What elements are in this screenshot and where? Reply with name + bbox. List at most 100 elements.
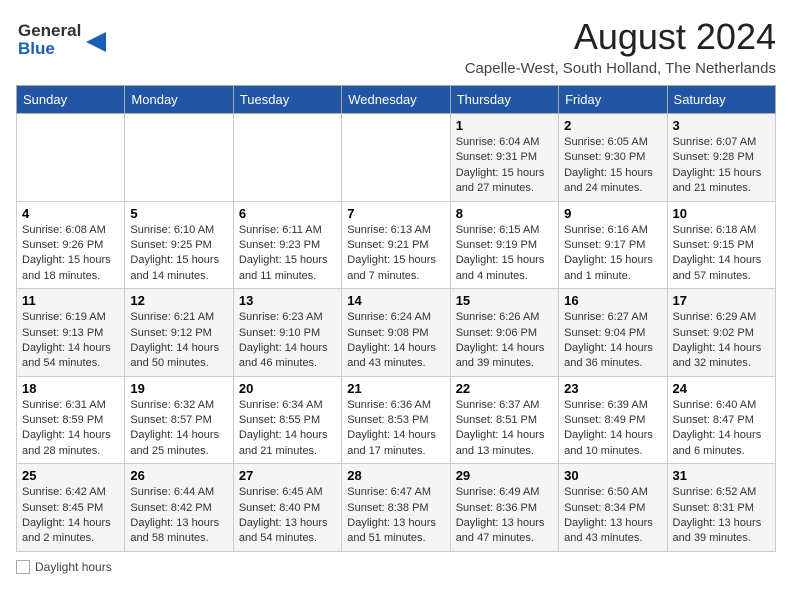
day-info: Sunrise: 6:32 AM Sunset: 8:57 PM Dayligh… (130, 398, 227, 460)
day-number: 18 (22, 381, 119, 396)
day-info: Sunrise: 6:31 AM Sunset: 8:59 PM Dayligh… (22, 398, 119, 460)
day-number: 8 (456, 206, 553, 221)
day-number: 6 (239, 206, 336, 221)
calendar-cell: 7Sunrise: 6:13 AM Sunset: 9:21 PM Daylig… (342, 201, 450, 289)
calendar-cell: 27 Sunrise: 6:45 AM Sunset: 8:40 PM Dayli… (233, 464, 341, 552)
day-info: Sunrise: 6:21 AM Sunset: 9:12 PM Dayligh… (130, 310, 227, 372)
calendar-cell: 30Sunrise: 6:50 AM Sunset: 8:34 PM Dayli… (559, 464, 667, 552)
col-header-sunday: Sunday (17, 86, 125, 114)
day-info: Sunrise: 6:37 AM Sunset: 8:51 PM Dayligh… (456, 398, 553, 460)
legend: Daylight hours (16, 560, 776, 574)
day-info: Sunrise: 6:19 AM Sunset: 9:13 PM Dayligh… (22, 310, 119, 372)
day-info: Sunrise: 6:26 AM Sunset: 9:06 PM Dayligh… (456, 310, 553, 372)
calendar-cell: 24 Sunrise: 6:40 AM Sunset: 8:47 PM Dayli… (667, 376, 775, 464)
day-info: Sunrise: 6:13 AM Sunset: 9:21 PM Dayligh… (347, 223, 444, 285)
daylight-legend: Daylight hours (16, 560, 112, 574)
day-number: 1 (456, 118, 553, 133)
page-header: General Blue August 2024 Capelle-West, S… (16, 16, 776, 77)
day-number: 20 (239, 381, 336, 396)
day-number: 25 (22, 468, 119, 483)
day-number: 14 (347, 293, 444, 308)
col-header-thursday: Thursday (450, 86, 558, 114)
day-number: 24 (673, 381, 770, 396)
day-info: Sunrise: 6:10 AM Sunset: 9:25 PM Dayligh… (130, 223, 227, 285)
day-number: 17 (673, 293, 770, 308)
calendar-cell: 17 Sunrise: 6:29 AM Sunset: 9:02 PM Dayli… (667, 289, 775, 377)
day-info: Sunrise: 6:44 AM Sunset: 8:42 PM Dayligh… (130, 485, 227, 547)
day-info: Sunrise: 6:40 AM Sunset: 8:47 PM Dayligh… (673, 398, 770, 460)
col-header-saturday: Saturday (667, 86, 775, 114)
day-info: Sunrise: 6:34 AM Sunset: 8:55 PM Dayligh… (239, 398, 336, 460)
day-number: 12 (130, 293, 227, 308)
day-number: 31 (673, 468, 770, 483)
day-number: 23 (564, 381, 661, 396)
title-block: August 2024 Capelle-West, South Holland,… (465, 16, 776, 77)
calendar-cell: 16 Sunrise: 6:27 AM Sunset: 9:04 PM Dayli… (559, 289, 667, 377)
day-number: 13 (239, 293, 336, 308)
calendar-cell: 23 Sunrise: 6:39 AM Sunset: 8:49 PM Dayli… (559, 376, 667, 464)
day-info: Sunrise: 6:39 AM Sunset: 8:49 PM Dayligh… (564, 398, 661, 460)
calendar-cell: 20 Sunrise: 6:34 AM Sunset: 8:55 PM Dayli… (233, 376, 341, 464)
day-number: 5 (130, 206, 227, 221)
calendar-cell (233, 114, 341, 202)
calendar-cell: 4 Sunrise: 6:08 AM Sunset: 9:26 PM Daylig… (17, 201, 125, 289)
day-info: Sunrise: 6:04 AM Sunset: 9:31 PM Dayligh… (456, 135, 553, 197)
calendar-cell: 14Sunrise: 6:24 AM Sunset: 9:08 PM Dayli… (342, 289, 450, 377)
calendar-cell: 2Sunrise: 6:05 AM Sunset: 9:30 PM Daylig… (559, 114, 667, 202)
calendar-cell: 25 Sunrise: 6:42 AM Sunset: 8:45 PM Dayli… (17, 464, 125, 552)
location: Capelle-West, South Holland, The Netherl… (465, 60, 776, 77)
day-info: Sunrise: 6:29 AM Sunset: 9:02 PM Dayligh… (673, 310, 770, 372)
day-info: Sunrise: 6:47 AM Sunset: 8:38 PM Dayligh… (347, 485, 444, 547)
day-info: Sunrise: 6:49 AM Sunset: 8:36 PM Dayligh… (456, 485, 553, 547)
calendar-cell: 8Sunrise: 6:15 AM Sunset: 9:19 PM Daylig… (450, 201, 558, 289)
day-info: Sunrise: 6:07 AM Sunset: 9:28 PM Dayligh… (673, 135, 770, 197)
calendar-cell: 5 Sunrise: 6:10 AM Sunset: 9:25 PM Daylig… (125, 201, 233, 289)
calendar-cell: 3 Sunrise: 6:07 AM Sunset: 9:28 PM Daylig… (667, 114, 775, 202)
svg-text:General: General (18, 21, 81, 40)
day-info: Sunrise: 6:27 AM Sunset: 9:04 PM Dayligh… (564, 310, 661, 372)
day-number: 19 (130, 381, 227, 396)
calendar-cell: 10Sunrise: 6:18 AM Sunset: 9:15 PM Dayli… (667, 201, 775, 289)
calendar-cell: 9 Sunrise: 6:16 AM Sunset: 9:17 PM Daylig… (559, 201, 667, 289)
day-number: 3 (673, 118, 770, 133)
day-info: Sunrise: 6:36 AM Sunset: 8:53 PM Dayligh… (347, 398, 444, 460)
calendar-cell: 28 Sunrise: 6:47 AM Sunset: 8:38 PM Dayli… (342, 464, 450, 552)
day-info: Sunrise: 6:45 AM Sunset: 8:40 PM Dayligh… (239, 485, 336, 547)
day-info: Sunrise: 6:23 AM Sunset: 9:10 PM Dayligh… (239, 310, 336, 372)
calendar-cell: 18 Sunrise: 6:31 AM Sunset: 8:59 PM Dayli… (17, 376, 125, 464)
calendar-cell: 12 Sunrise: 6:21 AM Sunset: 9:12 PM Dayli… (125, 289, 233, 377)
day-number: 16 (564, 293, 661, 308)
calendar-cell: 21Sunrise: 6:36 AM Sunset: 8:53 PM Dayli… (342, 376, 450, 464)
day-number: 4 (22, 206, 119, 221)
calendar-cell: 15 Sunrise: 6:26 AM Sunset: 9:06 PM Dayli… (450, 289, 558, 377)
day-number: 28 (347, 468, 444, 483)
day-number: 22 (456, 381, 553, 396)
day-number: 27 (239, 468, 336, 483)
legend-box (16, 560, 30, 574)
day-number: 30 (564, 468, 661, 483)
day-info: Sunrise: 6:16 AM Sunset: 9:17 PM Dayligh… (564, 223, 661, 285)
calendar-cell: 26 Sunrise: 6:44 AM Sunset: 8:42 PM Dayli… (125, 464, 233, 552)
col-header-wednesday: Wednesday (342, 86, 450, 114)
day-number: 26 (130, 468, 227, 483)
day-number: 9 (564, 206, 661, 221)
calendar-table: SundayMondayTuesdayWednesdayThursdayFrid… (16, 85, 776, 552)
calendar-cell: 1 Sunrise: 6:04 AM Sunset: 9:31 PM Daylig… (450, 114, 558, 202)
day-info: Sunrise: 6:08 AM Sunset: 9:26 PM Dayligh… (22, 223, 119, 285)
calendar-cell (17, 114, 125, 202)
calendar-cell (342, 114, 450, 202)
daylight-label: Daylight hours (35, 560, 112, 574)
svg-text:Blue: Blue (18, 39, 55, 58)
day-number: 10 (673, 206, 770, 221)
calendar-cell (125, 114, 233, 202)
calendar-cell: 13 Sunrise: 6:23 AM Sunset: 9:10 PM Dayli… (233, 289, 341, 377)
day-number: 15 (456, 293, 553, 308)
day-number: 29 (456, 468, 553, 483)
calendar-cell: 6Sunrise: 6:11 AM Sunset: 9:23 PM Daylig… (233, 201, 341, 289)
calendar-cell: 11Sunrise: 6:19 AM Sunset: 9:13 PM Dayli… (17, 289, 125, 377)
day-info: Sunrise: 6:05 AM Sunset: 9:30 PM Dayligh… (564, 135, 661, 197)
col-header-monday: Monday (125, 86, 233, 114)
day-info: Sunrise: 6:42 AM Sunset: 8:45 PM Dayligh… (22, 485, 119, 547)
calendar-cell: 19 Sunrise: 6:32 AM Sunset: 8:57 PM Dayli… (125, 376, 233, 464)
col-header-friday: Friday (559, 86, 667, 114)
